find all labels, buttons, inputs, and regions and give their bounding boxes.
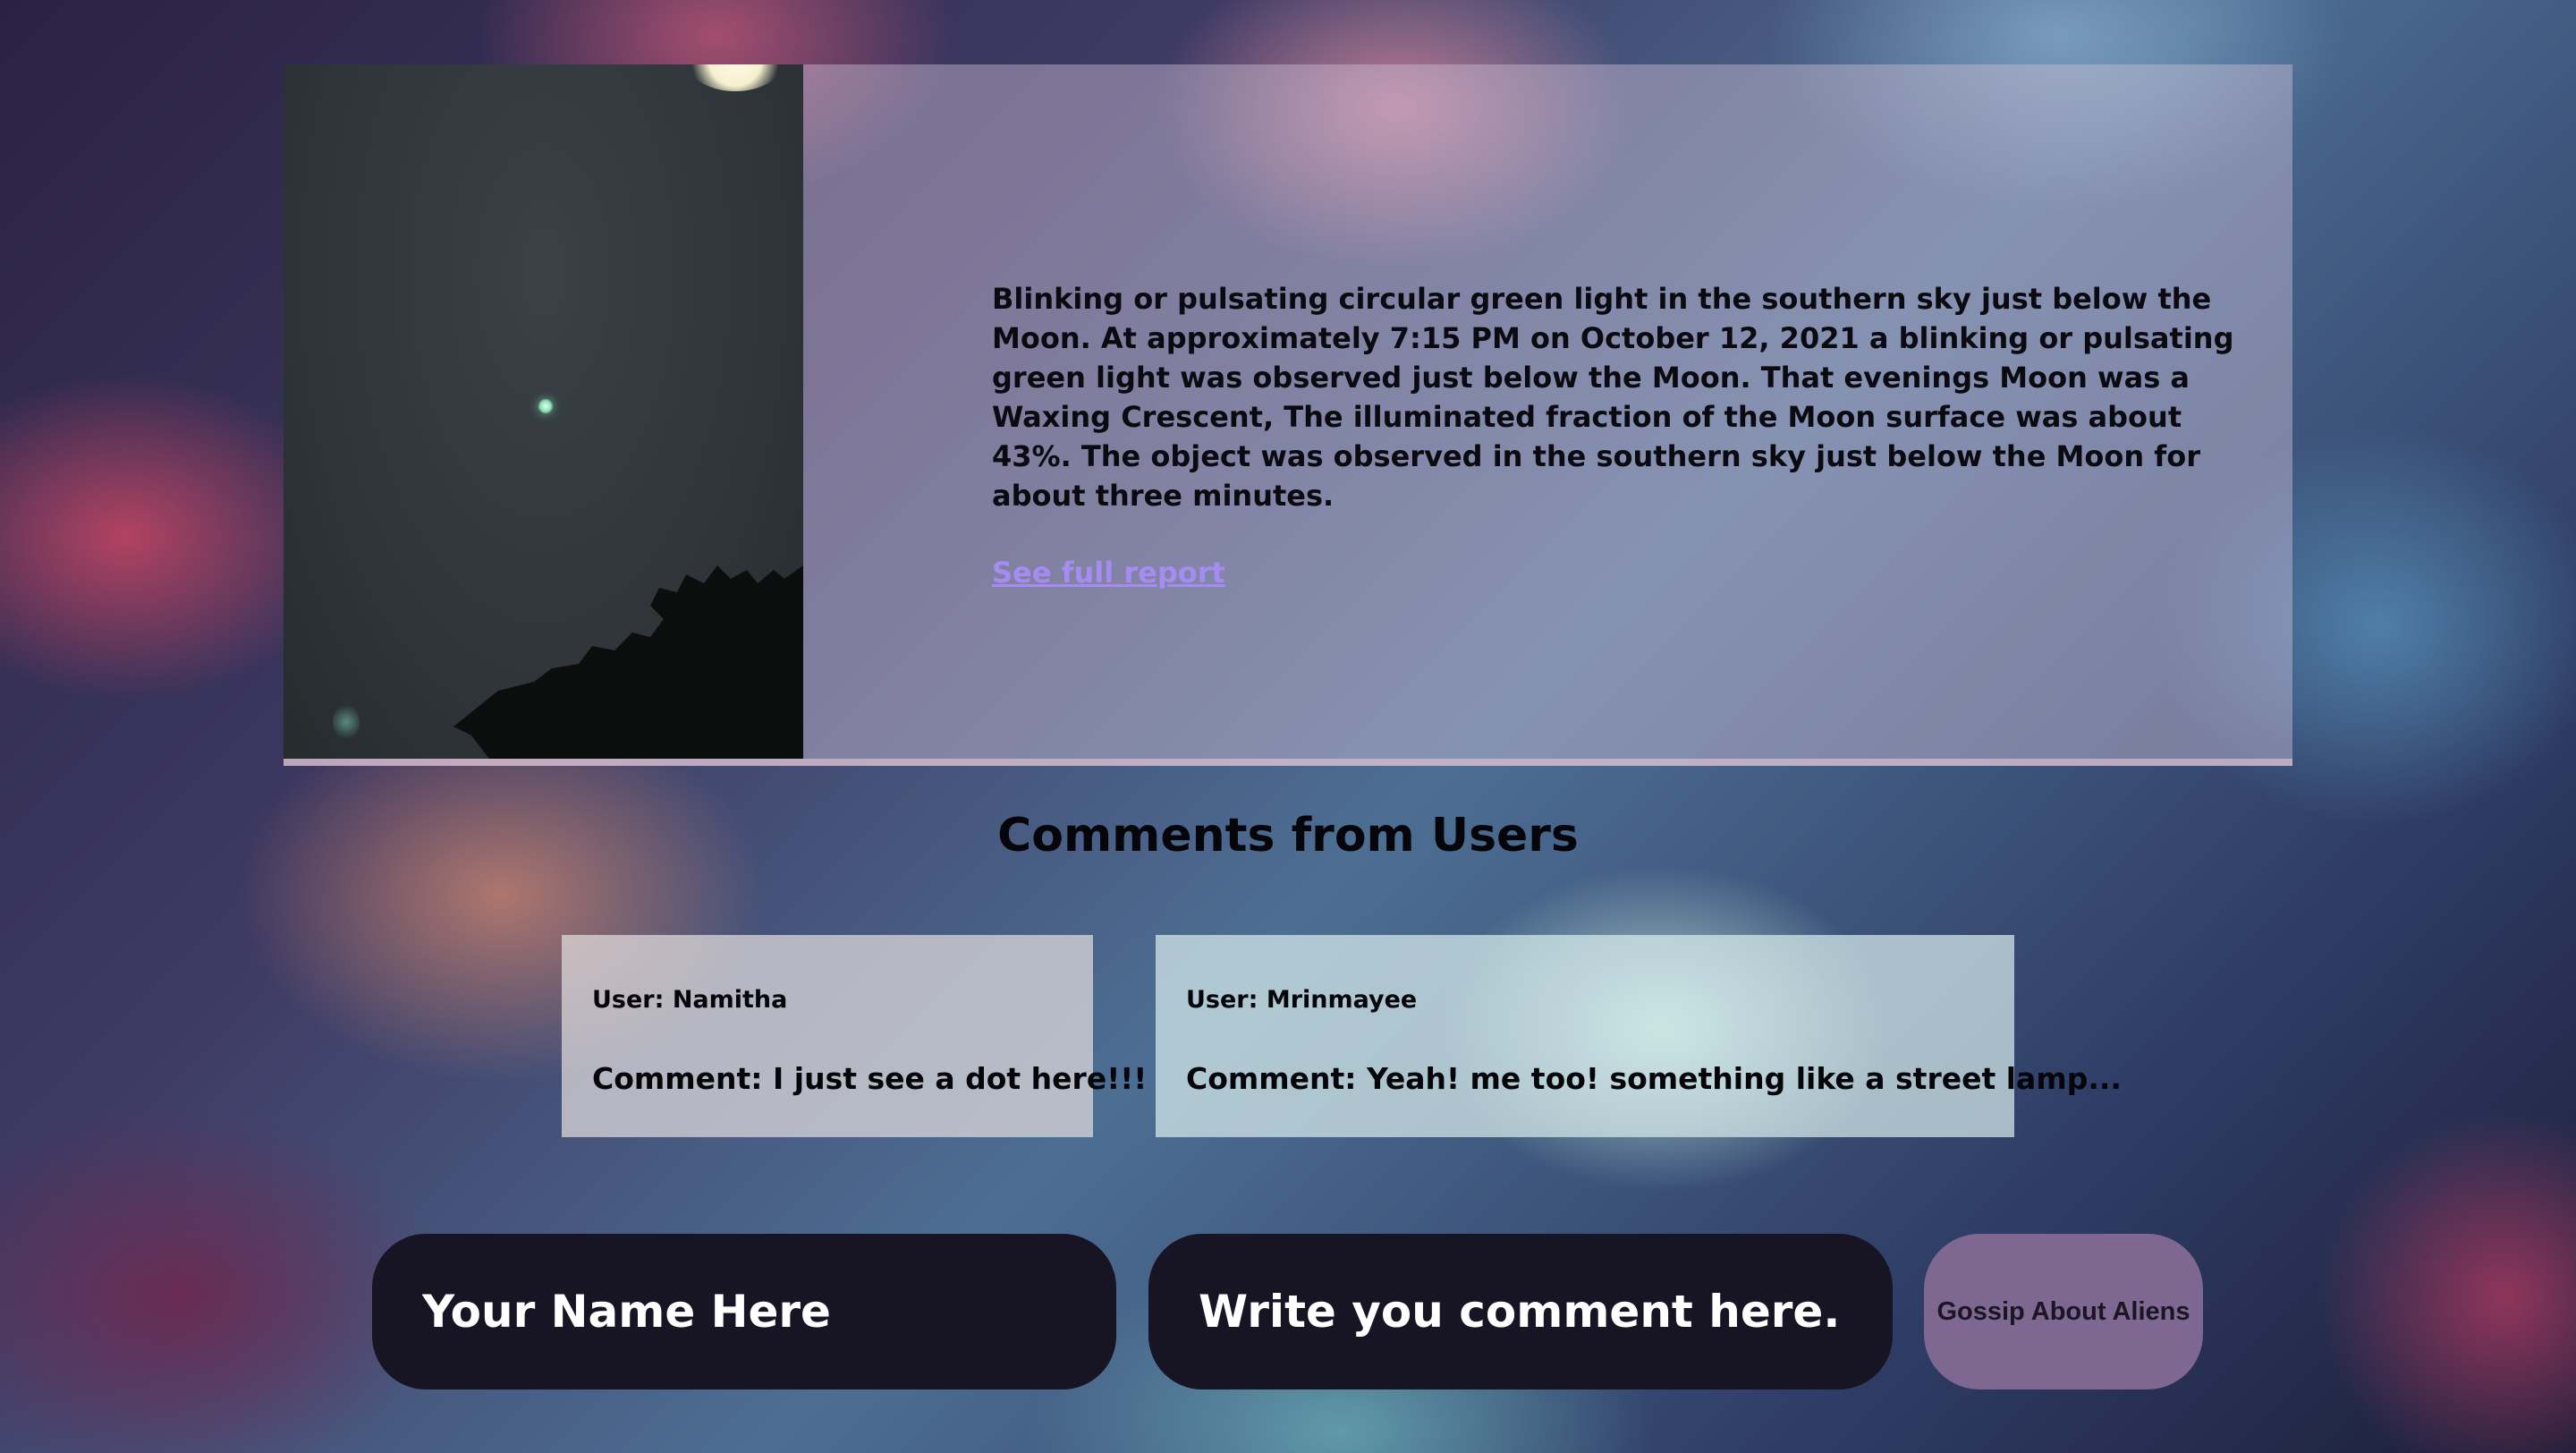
gossip-submit-button[interactable]: Gossip About Aliens xyxy=(1924,1234,2203,1389)
comment-user: User: Mrinmayee xyxy=(1186,986,1418,1014)
report-card: Blinking or pulsating circular green lig… xyxy=(284,64,2292,766)
comment-text: Comment: I just see a dot here!!! xyxy=(592,1061,1148,1096)
comment-text: Comment: Yeah! me too! something like a … xyxy=(1186,1061,2122,1096)
comment-user: User: Namitha xyxy=(592,986,788,1014)
name-input[interactable] xyxy=(372,1234,1116,1389)
comment-input[interactable] xyxy=(1148,1234,1893,1389)
comments-heading: Comments from Users xyxy=(997,809,1579,862)
report-description: Blinking or pulsating circular green lig… xyxy=(992,282,2234,513)
comment-card: User: Namitha Comment: I just see a dot … xyxy=(562,935,1147,1137)
comment-card: User: Mrinmayee Comment: Yeah! me too! s… xyxy=(1156,935,2122,1137)
tree-silhouette xyxy=(453,565,803,759)
sighting-photo xyxy=(284,64,803,759)
see-full-report-link[interactable]: See full report xyxy=(992,555,1225,591)
